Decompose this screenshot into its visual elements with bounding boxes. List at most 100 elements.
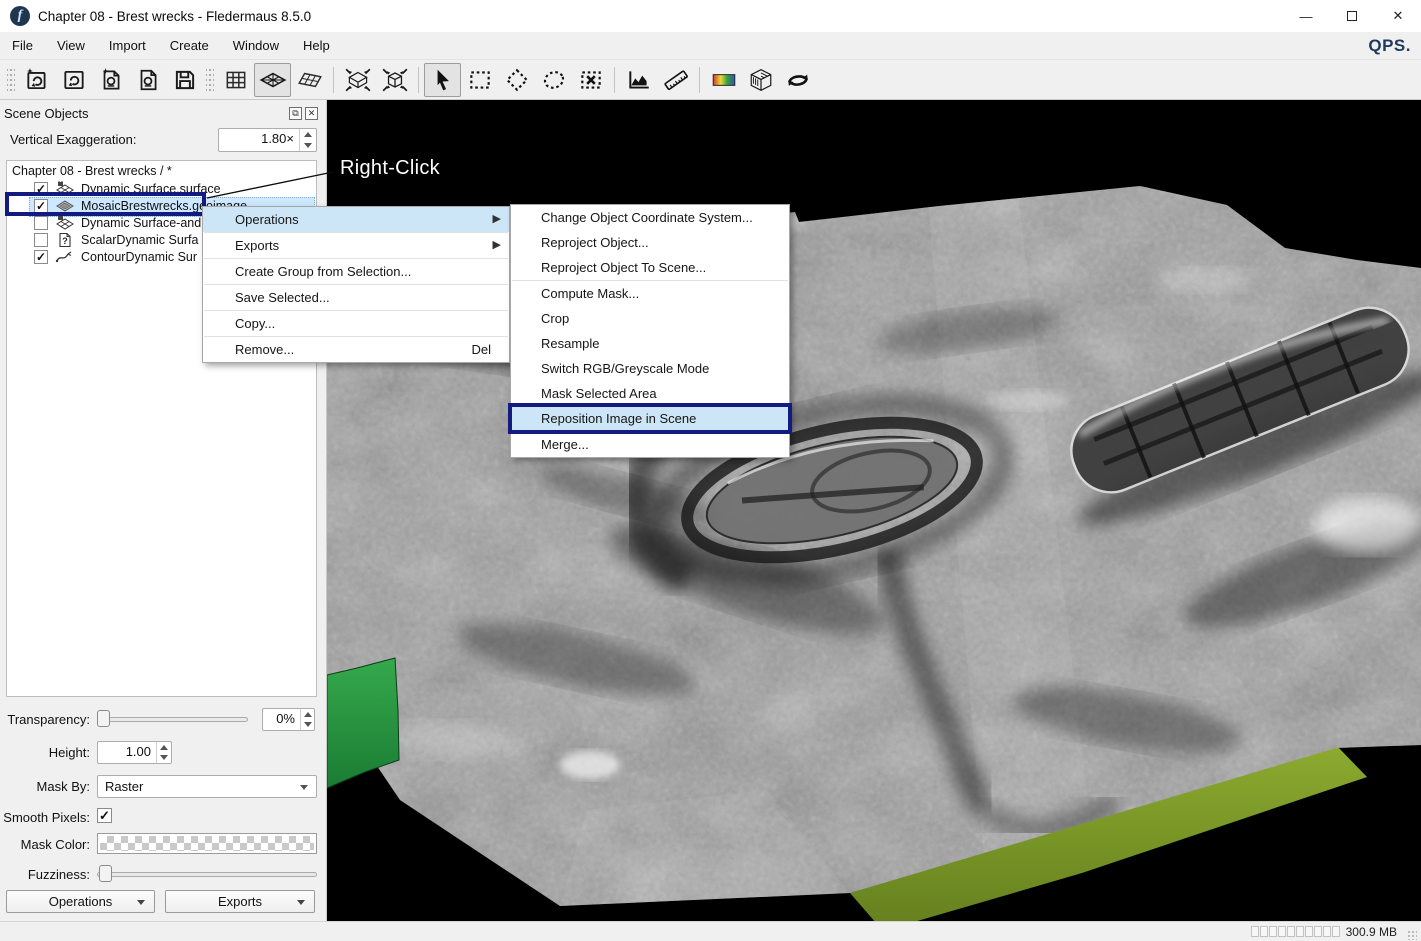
grid-3d-icon[interactable] (742, 63, 779, 97)
menu-import[interactable]: Import (97, 32, 158, 59)
mask-color-label: Mask Color: (0, 837, 90, 852)
menu-item-save-selected[interactable]: Save Selected... (203, 285, 509, 310)
submenu-item-mask-selected-area[interactable]: Mask Selected Area (511, 381, 789, 406)
clear-selection-icon[interactable] (572, 63, 609, 97)
vertical-exaggeration-value: 1.80× (219, 129, 299, 151)
menu-create[interactable]: Create (158, 32, 221, 59)
fledermaus-window: { "title_bar": { "title": "Chapter 08 - … (0, 0, 1421, 941)
tree-checkbox[interactable] (34, 216, 48, 230)
menu-item-exports[interactable]: Exports▶ (203, 233, 509, 258)
annotation-highlight-box-tree-item (5, 192, 206, 216)
menu-window[interactable]: Window (221, 32, 291, 59)
close-panel-icon[interactable]: ✕ (305, 107, 318, 120)
transparency-label: Transparency: (0, 712, 90, 727)
zoom-extents-icon[interactable] (339, 63, 376, 97)
mask-by-value: Raster (105, 779, 143, 794)
panel-title: Scene Objects (4, 106, 89, 121)
menu-item-operations[interactable]: Operations▶ (203, 207, 509, 232)
measure-icon[interactable] (657, 63, 694, 97)
mask-by-label: Mask By: (0, 779, 90, 794)
submenu-item-merge[interactable]: Merge... (511, 432, 789, 457)
memory-usage-meter (1251, 926, 1340, 937)
mask-by-combobox[interactable]: Raster (97, 775, 317, 798)
submenu-arrow-icon: ▶ (493, 233, 501, 258)
submenu-item-resample[interactable]: Resample (511, 331, 789, 356)
submenu-item-reproject-to-scene[interactable]: Reproject Object To Scene... (511, 255, 789, 280)
menu-item-remove[interactable]: Remove...Del (203, 337, 509, 362)
tree-item-label[interactable]: ContourDynamic Sur (81, 250, 197, 264)
right-click-annotation: Right-Click (340, 157, 440, 180)
operations-submenu: Change Object Coordinate System... Repro… (510, 204, 790, 458)
smooth-pixels-checkbox[interactable]: ✓ (97, 808, 112, 823)
menu-bar: File View Import Create Window Help QPS. (0, 32, 1421, 60)
menu-help[interactable]: Help (291, 32, 342, 59)
svg-text:?: ? (62, 236, 67, 246)
tree-root-label[interactable]: Chapter 08 - Brest wrecks / * (12, 164, 172, 178)
surface-flat-icon[interactable] (254, 63, 291, 97)
mask-color-swatch[interactable] (97, 833, 317, 854)
toolbar-grip[interactable] (206, 67, 214, 93)
toolbar-grip[interactable] (7, 67, 15, 93)
colormap-icon[interactable] (705, 63, 742, 97)
submenu-item-compute-mask[interactable]: Compute Mask... (511, 281, 789, 306)
float-panel-icon[interactable]: ⧉ (289, 107, 302, 120)
title-bar: f Chapter 08 - Brest wrecks - Fledermaus… (0, 0, 1421, 32)
submenu-item-crop[interactable]: Crop (511, 306, 789, 331)
shortcut-label: Del (471, 337, 491, 362)
close-button[interactable]: ✕ (1375, 0, 1421, 32)
open-project-icon[interactable] (129, 63, 166, 97)
operations-dropdown-button[interactable]: Operations (6, 890, 155, 913)
minimize-button[interactable]: — (1283, 0, 1329, 32)
grid-2d-icon[interactable] (217, 63, 254, 97)
spin-up-icon[interactable] (300, 129, 316, 140)
maximize-button[interactable] (1329, 0, 1375, 32)
vertical-exaggeration-label: Vertical Exaggeration: (10, 132, 136, 147)
surface-icon (55, 215, 75, 231)
chevron-down-icon (300, 785, 308, 790)
object-context-menu: Operations▶ Exports▶ Create Group from S… (202, 206, 510, 363)
select-rectangle-icon[interactable] (461, 63, 498, 97)
transparency-spinbox[interactable]: 0% (262, 708, 315, 731)
new-scene-icon[interactable] (18, 63, 55, 97)
spin-down-icon[interactable] (300, 140, 316, 151)
height-spinbox[interactable]: 1.00 (97, 741, 172, 764)
resize-grip-icon[interactable] (1407, 930, 1417, 940)
menu-item-copy[interactable]: Copy... (203, 311, 509, 336)
profile-icon[interactable] (620, 63, 657, 97)
select-cursor-icon[interactable] (424, 63, 461, 97)
scalar-file-icon: ? (55, 232, 75, 248)
menu-view[interactable]: View (45, 32, 97, 59)
tree-checkbox[interactable]: ✓ (34, 250, 48, 264)
select-rotated-rect-icon[interactable] (498, 63, 535, 97)
smooth-pixels-label: Smooth Pixels: (0, 810, 90, 825)
select-ellipse-icon[interactable] (535, 63, 572, 97)
zoom-bounds-icon[interactable] (376, 63, 413, 97)
height-label: Height: (0, 745, 90, 760)
new-project-icon[interactable] (92, 63, 129, 97)
main-toolbar (0, 60, 1421, 100)
menu-file[interactable]: File (0, 32, 45, 59)
status-bar: 300.9 MB (0, 921, 1421, 941)
tree-item-label[interactable]: Dynamic Surface-and (81, 216, 201, 230)
fledermaus-logo-icon: f (10, 6, 30, 26)
tree-item-label[interactable]: ScalarDynamic Surfa (81, 233, 198, 247)
memory-usage-text: 300.9 MB (1346, 925, 1397, 939)
fuzziness-label: Fuzziness: (0, 867, 90, 882)
tree-checkbox[interactable] (34, 233, 48, 247)
exports-dropdown-button[interactable]: Exports (165, 890, 315, 913)
qps-logo: QPS. (1368, 36, 1411, 56)
surface-tilted-icon[interactable] (291, 63, 328, 97)
submenu-item-reproject-object[interactable]: Reproject Object... (511, 230, 789, 255)
fuzziness-slider[interactable] (97, 865, 317, 883)
submenu-item-change-crs[interactable]: Change Object Coordinate System... (511, 205, 789, 230)
submenu-item-switch-rgb-greyscale[interactable]: Switch RGB/Greyscale Mode (511, 356, 789, 381)
transparency-value: 0% (263, 709, 300, 730)
rotate-view-icon[interactable] (779, 63, 816, 97)
chevron-down-icon (137, 900, 145, 905)
open-scene-icon[interactable] (55, 63, 92, 97)
save-icon[interactable] (166, 63, 203, 97)
transparency-slider[interactable] (97, 710, 248, 728)
vertical-exaggeration-spinbox[interactable]: 1.80× (218, 128, 317, 152)
submenu-item-reposition-image[interactable]: Reposition Image in Scene (511, 406, 789, 431)
menu-item-create-group[interactable]: Create Group from Selection... (203, 259, 509, 284)
